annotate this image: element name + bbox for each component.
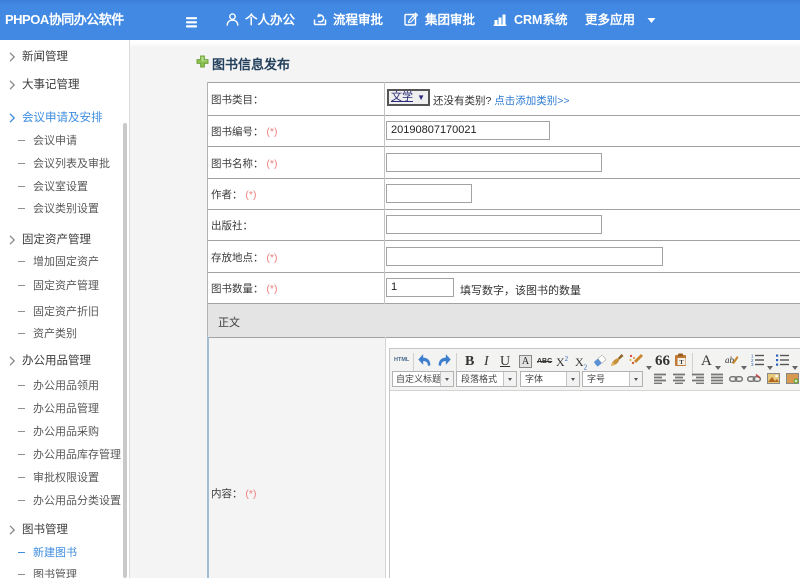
svg-text:T: T bbox=[679, 360, 683, 366]
svg-text:3: 3 bbox=[751, 362, 754, 366]
